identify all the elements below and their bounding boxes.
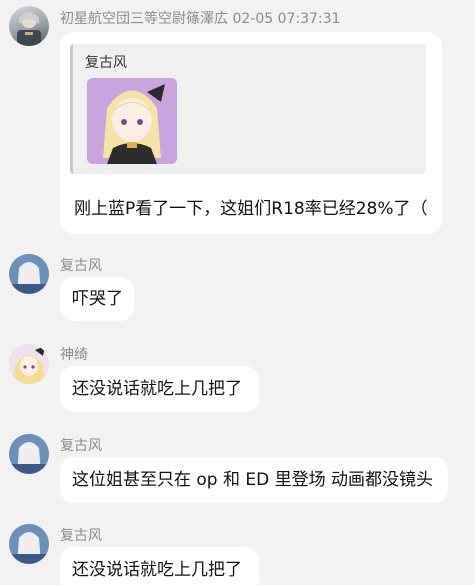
message-bubble[interactable]: 吓哭了 bbox=[60, 277, 134, 321]
message-bubble[interactable]: 还没说话就吃上几把了 bbox=[60, 366, 259, 412]
quoted-image[interactable] bbox=[87, 78, 177, 164]
message-text: 还没说话就吃上几把了 bbox=[72, 560, 242, 580]
message-text: 还没说话就吃上几把了 bbox=[72, 379, 242, 399]
message-bubble[interactable]: 这位姐甚至只在 op 和 ED 里登场 动画都没镜头 bbox=[60, 457, 448, 503]
sender-name: 复古风 bbox=[60, 528, 102, 544]
avatar[interactable] bbox=[9, 434, 49, 474]
sender-name: 神绮 bbox=[60, 347, 88, 363]
chat-message: 复古风 还没说话就吃上几把了 bbox=[0, 518, 475, 585]
quoted-sender: 复古风 bbox=[85, 55, 127, 71]
sender-name: 复古风 bbox=[60, 438, 102, 454]
chat-message: 复古风 吓哭了 bbox=[0, 248, 475, 328]
quoted-reply[interactable]: 复古风 bbox=[70, 44, 426, 174]
sender-name: 复古风 bbox=[60, 258, 102, 274]
chat-message: 神绮 还没说话就吃上几把了 bbox=[0, 338, 475, 418]
avatar[interactable] bbox=[9, 6, 49, 46]
avatar[interactable] bbox=[9, 254, 49, 294]
message-text: 这位姐甚至只在 op 和 ED 里登场 动画都没镜头 bbox=[72, 470, 434, 490]
message-bubble[interactable]: 复古风 刚上蓝P看了一下，这姐们R18率已经28%了（ bbox=[60, 32, 442, 234]
chat-message: 初星航空団三等空尉篠澤広 02-05 07:37:31 复古风 刚上蓝P看了一下… bbox=[0, 0, 475, 240]
message-bubble[interactable]: 还没说话就吃上几把了 bbox=[60, 547, 259, 585]
avatar[interactable] bbox=[9, 344, 49, 384]
message-text: 刚上蓝P看了一下，这姐们R18率已经28%了（ bbox=[74, 199, 428, 219]
chat-message: 复古风 这位姐甚至只在 op 和 ED 里登场 动画都没镜头 bbox=[0, 428, 475, 508]
sender-name: 初星航空団三等空尉篠澤広 02-05 07:37:31 bbox=[60, 11, 341, 27]
message-text: 吓哭了 bbox=[72, 289, 123, 309]
avatar[interactable] bbox=[9, 524, 49, 564]
